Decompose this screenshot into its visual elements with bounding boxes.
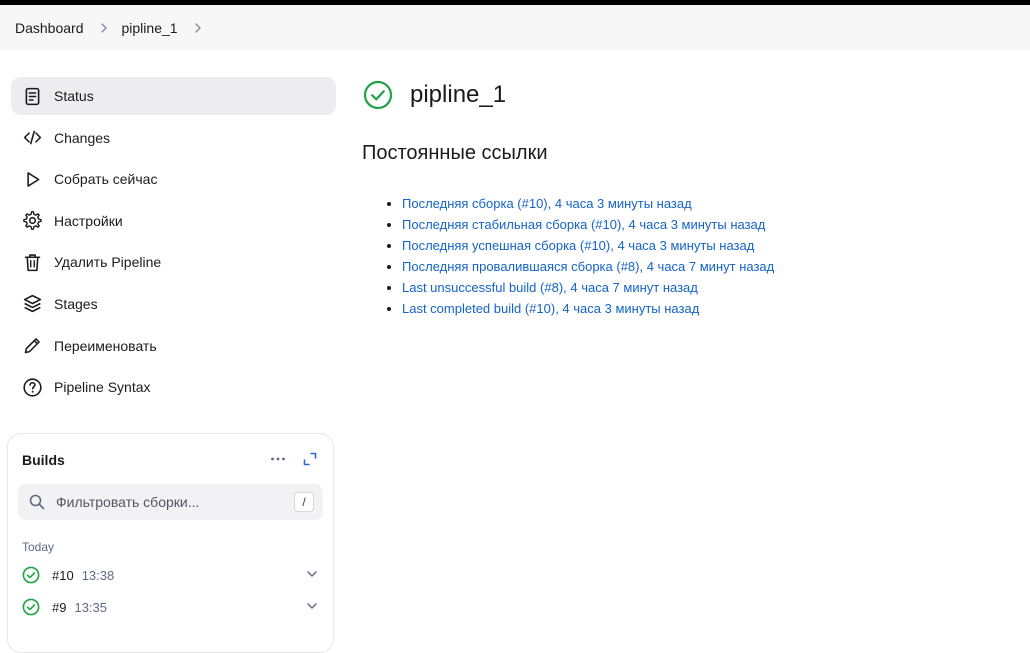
breadcrumb-dashboard[interactable]: Dashboard bbox=[15, 16, 84, 40]
sidebar-item-build-now[interactable]: Собрать сейчас bbox=[11, 160, 336, 198]
success-check-icon bbox=[22, 566, 40, 584]
sidebar-item-status[interactable]: Status bbox=[11, 77, 336, 115]
sidebar-item-settings[interactable]: Настройки bbox=[11, 202, 336, 240]
list-item: Last completed build (#10), 4 часа 3 мин… bbox=[402, 298, 774, 319]
sidebar-item-label: Status bbox=[54, 88, 94, 104]
build-row[interactable]: #9 13:35 bbox=[22, 596, 327, 618]
sidebar-item-label: Собрать сейчас bbox=[54, 171, 158, 188]
success-check-icon bbox=[22, 598, 40, 616]
expand-icon[interactable] bbox=[301, 450, 319, 473]
chevron-right-icon bbox=[98, 22, 110, 34]
list-item: Последняя сборка (#10), 4 часа 3 минуты … bbox=[402, 193, 774, 214]
gear-icon bbox=[21, 210, 43, 232]
sidebar: Status Changes Собрать сейчас Настройки … bbox=[11, 77, 336, 410]
breadcrumb-pipline[interactable]: pipline_1 bbox=[122, 16, 178, 40]
trash-icon bbox=[21, 251, 43, 273]
permalink-last-unsuccessful-build[interactable]: Last unsuccessful build (#8), 4 часа 7 м… bbox=[402, 280, 698, 295]
permalink-last-build[interactable]: Последняя сборка (#10), 4 часа 3 минуты … bbox=[402, 196, 692, 211]
build-row[interactable]: #10 13:38 bbox=[22, 564, 327, 586]
sidebar-item-label: Удалить Pipeline bbox=[54, 254, 162, 271]
list-item: Last unsuccessful build (#8), 4 часа 7 м… bbox=[402, 277, 774, 298]
list-item: Последняя успешная сборка (#10), 4 часа … bbox=[402, 235, 774, 256]
breadcrumb: Dashboard pipline_1 bbox=[0, 5, 1030, 50]
build-number[interactable]: #9 bbox=[52, 600, 66, 615]
sidebar-item-label: Переименовать bbox=[54, 337, 157, 354]
permalinks-heading: Постоянные ссылки bbox=[362, 142, 548, 164]
page-title-row: pipline_1 bbox=[363, 80, 506, 110]
builds-actions bbox=[269, 450, 319, 473]
build-time: 13:38 bbox=[81, 567, 115, 583]
chevron-down-icon[interactable] bbox=[305, 567, 319, 581]
layers-icon bbox=[21, 293, 43, 315]
build-time: 13:35 bbox=[74, 599, 108, 615]
filter-builds-input[interactable] bbox=[54, 493, 278, 511]
filter-builds-field[interactable]: / bbox=[18, 484, 323, 520]
sidebar-item-delete-pipeline[interactable]: Удалить Pipeline bbox=[11, 243, 336, 281]
success-status-icon bbox=[363, 80, 393, 110]
builds-group-label: Today bbox=[22, 540, 55, 554]
shortcut-key-badge: / bbox=[294, 492, 314, 512]
play-icon bbox=[21, 168, 43, 190]
sidebar-item-label: Pipeline Syntax bbox=[54, 379, 151, 396]
build-number[interactable]: #10 bbox=[52, 568, 74, 583]
list-item: Последняя провалившаяся сборка (#8), 4 ч… bbox=[402, 256, 774, 277]
help-icon bbox=[21, 376, 43, 398]
list-item: Последняя стабильная сборка (#10), 4 час… bbox=[402, 214, 774, 235]
document-icon bbox=[21, 85, 43, 107]
builds-title: Builds bbox=[22, 452, 65, 468]
sidebar-item-stages[interactable]: Stages bbox=[11, 285, 336, 323]
builds-panel: Builds / Today #10 13:38 #9 13:35 bbox=[7, 433, 334, 653]
more-options-icon[interactable] bbox=[269, 450, 287, 473]
permalink-last-stable-build[interactable]: Последняя стабильная сборка (#10), 4 час… bbox=[402, 217, 765, 232]
permalink-last-completed-build[interactable]: Last completed build (#10), 4 часа 3 мин… bbox=[402, 301, 699, 316]
chevron-right-icon[interactable] bbox=[192, 22, 204, 34]
search-icon bbox=[28, 493, 46, 511]
permalink-last-failed-build[interactable]: Последняя провалившаяся сборка (#8), 4 ч… bbox=[402, 259, 774, 274]
sidebar-item-label: Stages bbox=[54, 295, 98, 312]
permalinks-list: Последняя сборка (#10), 4 часа 3 минуты … bbox=[362, 193, 774, 319]
sidebar-item-pipeline-syntax[interactable]: Pipeline Syntax bbox=[11, 368, 336, 406]
permalink-last-successful-build[interactable]: Последняя успешная сборка (#10), 4 часа … bbox=[402, 238, 754, 253]
pencil-icon bbox=[21, 335, 43, 357]
sidebar-item-label: Настройки bbox=[54, 212, 123, 229]
sidebar-item-label: Changes bbox=[54, 129, 111, 146]
sidebar-item-rename[interactable]: Переименовать bbox=[11, 327, 336, 365]
page-title: pipline_1 bbox=[410, 81, 507, 108]
code-icon bbox=[21, 127, 43, 149]
sidebar-item-changes[interactable]: Changes bbox=[11, 119, 336, 157]
chevron-down-icon[interactable] bbox=[305, 599, 319, 613]
